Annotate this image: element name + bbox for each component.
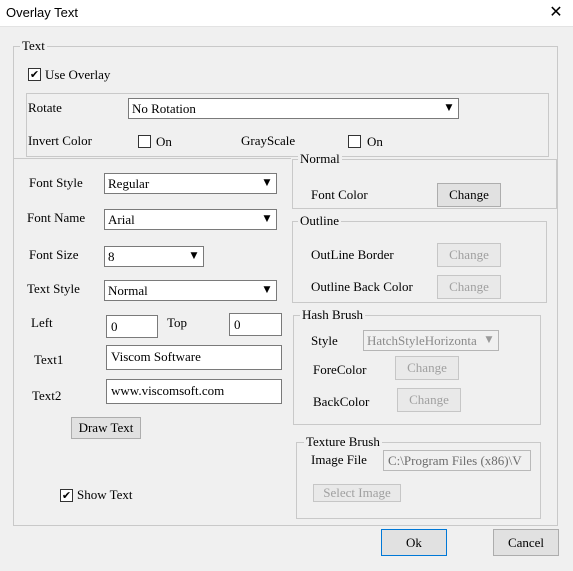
text1-value: Viscom Software <box>111 349 201 364</box>
cancel-button[interactable]: Cancel <box>493 529 559 556</box>
text-group-legend: Text <box>20 38 47 53</box>
chevron-down-icon: ▼ <box>259 175 275 192</box>
image-file-label: Image File <box>311 452 367 467</box>
grayscale-label: GrayScale <box>241 133 296 148</box>
text2-input[interactable]: www.viscomsoft.com <box>106 379 282 404</box>
font-name-value: Arial <box>108 212 135 227</box>
rotate-label: Rotate <box>28 100 62 115</box>
invert-color-label: Invert Color <box>28 133 92 148</box>
back-color-label: BackColor <box>313 394 370 409</box>
left-label: Left <box>31 315 53 330</box>
show-text-label: Show Text <box>77 487 133 502</box>
title-bar <box>0 0 573 27</box>
invert-color-checkbox[interactable] <box>138 135 151 148</box>
text-style-label: Text Style <box>27 281 80 296</box>
text-style-value: Normal <box>108 283 148 298</box>
font-size-select[interactable]: 8 ▼ <box>104 246 204 267</box>
ok-button[interactable]: Ok <box>381 529 447 556</box>
font-size-value: 8 <box>108 249 115 264</box>
font-name-label: Font Name <box>27 210 86 225</box>
text2-value: www.viscomsoft.com <box>111 383 225 398</box>
text1-label: Text1 <box>34 352 64 367</box>
font-style-label: Font Style <box>29 175 83 190</box>
font-color-change-button[interactable]: Change <box>437 183 501 207</box>
text-style-select[interactable]: Normal ▼ <box>104 280 277 301</box>
select-image-button[interactable]: Select Image <box>313 484 401 502</box>
grayscale-on-label: On <box>367 134 383 149</box>
divider <box>14 158 291 159</box>
chevron-down-icon: ▼ <box>481 332 497 349</box>
font-size-label: Font Size <box>29 247 79 262</box>
use-overlay-label: Use Overlay <box>45 67 111 82</box>
font-name-select[interactable]: Arial ▼ <box>104 209 277 230</box>
draw-text-button[interactable]: Draw Text <box>71 417 141 439</box>
invert-color-on-label: On <box>156 134 172 149</box>
outline-back-color-label: Outline Back Color <box>311 279 413 294</box>
font-style-value: Regular <box>108 176 150 191</box>
font-style-select[interactable]: Regular ▼ <box>104 173 277 194</box>
image-file-value: C:\Program Files (x86)\V <box>388 453 522 468</box>
outline-border-change-button[interactable]: Change <box>437 243 501 267</box>
top-label: Top <box>167 315 188 330</box>
top-input[interactable]: 0 <box>229 313 282 336</box>
back-color-change-button[interactable]: Change <box>397 388 461 412</box>
font-color-label: Font Color <box>311 187 368 202</box>
hash-style-value: HatchStyleHorizonta <box>367 333 477 348</box>
hash-style-label: Style <box>311 333 338 348</box>
outline-back-color-change-button[interactable]: Change <box>437 275 501 299</box>
chevron-down-icon: ▼ <box>259 211 275 228</box>
hash-brush-group-legend: Hash Brush <box>300 307 366 322</box>
top-value: 0 <box>234 317 241 332</box>
outline-border-label: OutLine Border <box>311 247 394 262</box>
use-overlay-checkbox[interactable]: ✔ <box>28 68 41 81</box>
hash-style-select[interactable]: HatchStyleHorizonta ▼ <box>363 330 499 351</box>
image-file-input[interactable]: C:\Program Files (x86)\V <box>383 450 531 471</box>
show-text-checkbox[interactable]: ✔ <box>60 489 73 502</box>
outline-group-legend: Outline <box>298 213 341 228</box>
fore-color-label: ForeColor <box>313 362 367 377</box>
check-icon: ✔ <box>61 489 72 502</box>
window-title: Overlay Text <box>6 5 79 20</box>
left-value: 0 <box>111 319 118 334</box>
rotate-value: No Rotation <box>132 101 196 116</box>
chevron-down-icon: ▼ <box>441 100 457 117</box>
chevron-down-icon: ▼ <box>259 282 275 299</box>
text2-label: Text2 <box>32 388 62 403</box>
grayscale-checkbox[interactable] <box>348 135 361 148</box>
rotate-select[interactable]: No Rotation ▼ <box>128 98 459 119</box>
fore-color-change-button[interactable]: Change <box>395 356 459 380</box>
left-input[interactable]: 0 <box>106 315 158 338</box>
normal-group-legend: Normal <box>298 151 342 166</box>
text1-input[interactable]: Viscom Software <box>106 345 282 370</box>
chevron-down-icon: ▼ <box>186 248 202 265</box>
texture-brush-group-legend: Texture Brush <box>304 434 382 449</box>
check-icon: ✔ <box>29 68 40 81</box>
close-icon[interactable]: ✕ <box>545 3 567 23</box>
